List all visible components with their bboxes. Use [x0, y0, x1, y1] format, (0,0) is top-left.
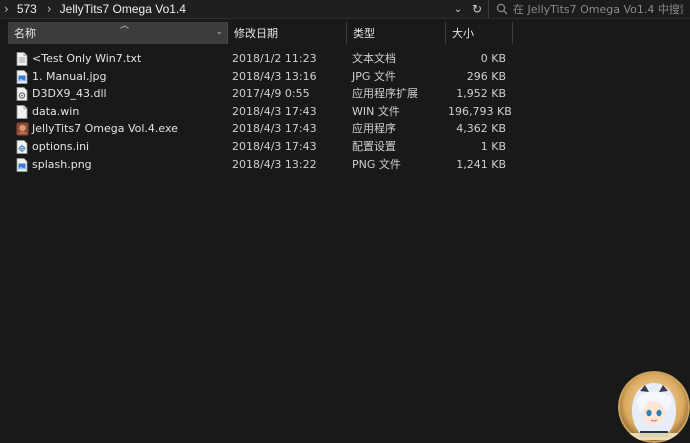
- file-type: JPG 文件: [352, 69, 396, 83]
- file-name: options.ini: [32, 139, 90, 153]
- file-size: 196,793 KB: [448, 104, 512, 118]
- text-file-icon: [16, 52, 28, 66]
- file-type: 配置设置: [352, 139, 396, 153]
- file-date: 2018/4/3 13:16: [232, 69, 317, 83]
- exe-file-icon: [16, 122, 29, 136]
- column-header-size-label: 大小: [452, 27, 474, 40]
- file-date: 2018/1/2 11:23: [232, 52, 317, 65]
- column-filter-chevron-down-icon[interactable]: ⌄: [215, 27, 223, 37]
- file-date: 2018/4/3 17:43: [232, 122, 317, 136]
- file-size: 1,952 KB: [456, 87, 506, 101]
- file-size: 0 KB: [480, 52, 506, 65]
- address-history-chevron-down-icon[interactable]: ⌄: [449, 0, 467, 18]
- search-icon: [495, 2, 509, 16]
- search-input[interactable]: [513, 2, 683, 16]
- breadcrumb: › 573 › JellyTits7 Omega Vo1.4: [0, 0, 186, 18]
- blank-file-icon: [16, 104, 28, 119]
- file-size: 1,241 KB: [456, 157, 506, 171]
- watermark-avatar: [618, 371, 690, 443]
- file-type: 应用程序扩展: [352, 87, 418, 101]
- image-file-icon: [16, 69, 28, 84]
- file-type: PNG 文件: [352, 157, 401, 171]
- file-row[interactable]: data.win 2018/4/3 17:43 WIN 文件 196,793 K…: [8, 103, 518, 121]
- file-type: 文本文档: [352, 52, 396, 65]
- file-name: 1. Manual.jpg: [32, 69, 107, 83]
- breadcrumb-root-chevron-icon[interactable]: ›: [4, 2, 9, 16]
- file-name: splash.png: [32, 157, 92, 171]
- breadcrumb-item-current-folder[interactable]: JellyTits7 Omega Vo1.4: [60, 2, 186, 16]
- column-header-name[interactable]: ︿ 名称 ⌄: [8, 21, 228, 44]
- anime-girl-watermark-icon: [618, 371, 690, 443]
- file-row[interactable]: 1. Manual.jpg 2018/4/3 13:16 JPG 文件 296 …: [8, 68, 518, 86]
- column-header-size[interactable]: 大小: [446, 22, 513, 44]
- file-size: 4,362 KB: [456, 122, 506, 136]
- file-name: JellyTits7 Omega Vol.4.exe: [32, 122, 178, 136]
- config-file-icon: [16, 140, 28, 154]
- file-size: 1 KB: [480, 139, 506, 153]
- file-date: 2018/4/3 17:43: [232, 104, 317, 118]
- address-bar: › 573 › JellyTits7 Omega Vo1.4 ⌄ ↻: [0, 0, 690, 19]
- column-header-row: ︿ 名称 ⌄ 修改日期 类型 大小: [0, 21, 690, 44]
- file-row[interactable]: options.ini 2018/4/3 17:43 配置设置 1 KB: [8, 138, 518, 156]
- file-name: <Test Only Win7.txt: [32, 52, 142, 65]
- file-type: 应用程序: [352, 122, 396, 136]
- breadcrumb-item-573[interactable]: 573: [17, 2, 37, 16]
- column-header-date[interactable]: 修改日期: [228, 22, 347, 44]
- sort-ascending-icon: ︿: [120, 21, 130, 31]
- file-list: <Test Only Win7.txt 2018/1/2 11:23 文本文档 …: [8, 50, 518, 173]
- breadcrumb-separator-icon[interactable]: ›: [47, 2, 52, 16]
- column-header-name-label: 名称: [14, 27, 36, 40]
- column-header-type-label: 类型: [353, 27, 375, 40]
- refresh-icon[interactable]: ↻: [468, 0, 486, 18]
- file-row[interactable]: <Test Only Win7.txt 2018/1/2 11:23 文本文档 …: [8, 50, 518, 68]
- file-date: 2018/4/3 13:22: [232, 157, 317, 171]
- file-row[interactable]: JellyTits7 Omega Vol.4.exe 2018/4/3 17:4…: [8, 120, 518, 138]
- search-box[interactable]: [488, 0, 690, 18]
- column-header-type[interactable]: 类型: [347, 22, 446, 44]
- column-header-date-label: 修改日期: [234, 27, 278, 40]
- file-size: 296 KB: [466, 69, 506, 83]
- file-date: 2017/4/9 0:55: [232, 87, 310, 101]
- dll-file-icon: [16, 87, 28, 102]
- file-type: WIN 文件: [352, 104, 400, 118]
- image-file-icon: [16, 157, 28, 172]
- file-name: data.win: [32, 104, 80, 118]
- file-name: D3DX9_43.dll: [32, 87, 107, 101]
- file-row[interactable]: D3DX9_43.dll 2017/4/9 0:55 应用程序扩展 1,952 …: [8, 85, 518, 103]
- file-date: 2018/4/3 17:43: [232, 139, 317, 153]
- file-row[interactable]: splash.png 2018/4/3 13:22 PNG 文件 1,241 K…: [8, 156, 518, 174]
